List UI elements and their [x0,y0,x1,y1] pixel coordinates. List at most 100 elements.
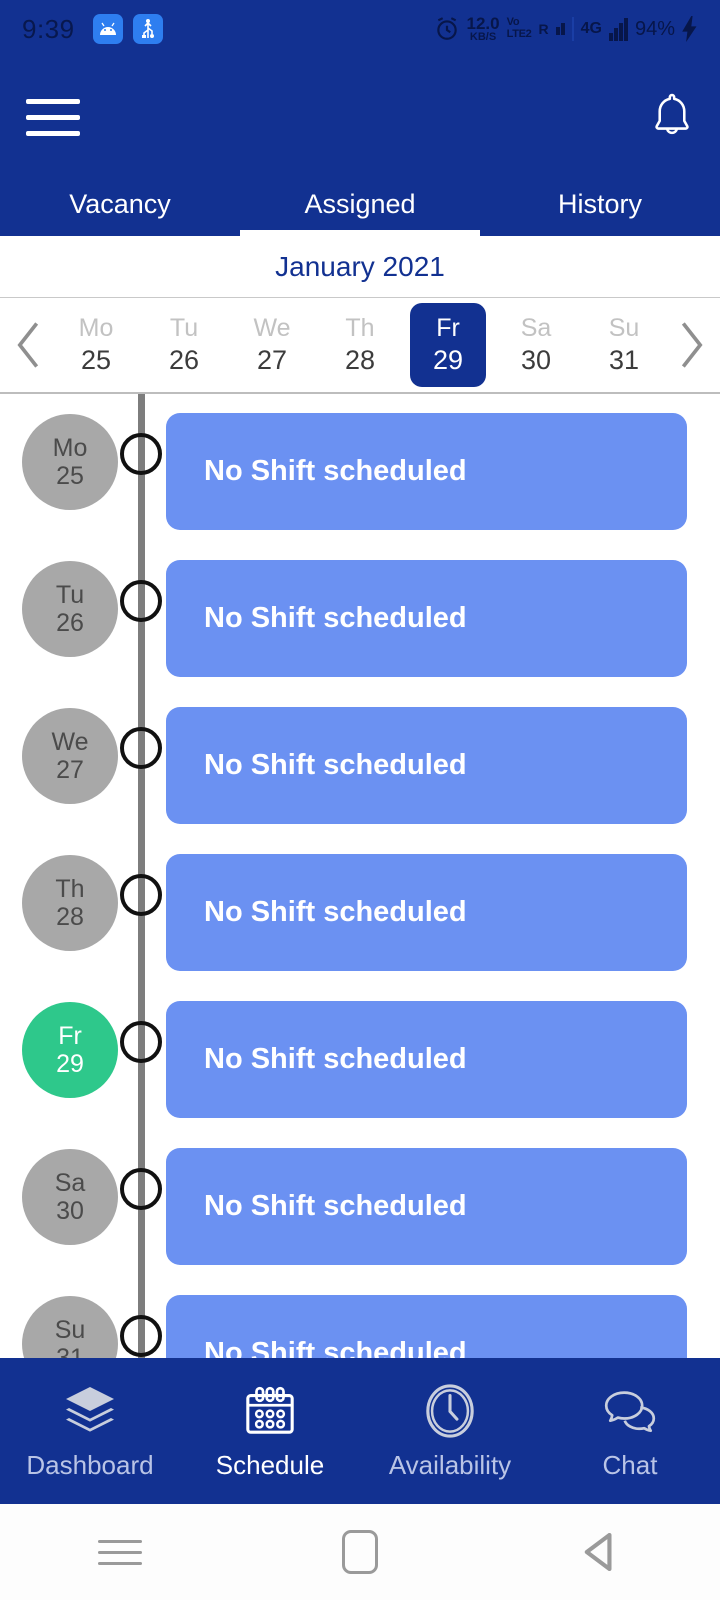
day-weekday: Mo [78,314,114,342]
nav-label-dashboard: Dashboard [26,1449,154,1480]
volte-indicator: Vo LTE2 [507,17,532,40]
day-avatar[interactable]: We 27 [22,708,118,804]
nav-item-chat[interactable]: Chat [540,1382,720,1481]
network-speed: 12.0 KB/S [467,15,500,43]
shift-card[interactable]: No Shift scheduled [166,707,687,824]
day-avatar[interactable]: Tu 26 [22,561,118,657]
day-avatar[interactable]: Su 31 [22,1296,118,1358]
timeline-marker [120,580,162,622]
timeline-row: Th 28 No Shift scheduled [0,847,720,994]
status-bar: 9:39 12.0 KB/S Vo LTE2 R 4G 94% [0,0,720,58]
volte-bottom-label: LTE2 [506,28,532,40]
avatar-weekday: Th [55,875,85,904]
day-date: 31 [608,345,640,375]
shift-status-label: No Shift scheduled [204,455,467,487]
timeline-marker [120,1168,162,1210]
avatar-date: 26 [56,608,84,637]
shift-card[interactable]: No Shift scheduled [166,1295,687,1358]
timeline-marker [120,727,162,769]
hamburger-menu-icon[interactable] [26,98,80,136]
timeline-row: Tu 26 No Shift scheduled [0,553,720,700]
day-date: 27 [256,345,288,375]
shift-status-label: No Shift scheduled [204,749,467,781]
status-bar-left-icons [92,14,163,44]
chevron-left-icon[interactable] [6,322,52,368]
shift-status-label: No Shift scheduled [204,896,467,928]
charging-bolt-icon [682,16,697,42]
tab-bar: Vacancy Assigned History [0,176,720,236]
back-icon[interactable] [565,1527,635,1577]
bell-icon[interactable] [650,92,694,142]
avatar-weekday: We [51,728,89,757]
schedule-timeline: Mo 25 No Shift scheduled Tu 26 No Shift … [0,394,720,1358]
avatar-date: 30 [56,1196,84,1225]
timeline-marker [120,874,162,916]
avatar-weekday: Sa [54,1169,86,1198]
status-bar-right-icons: 12.0 KB/S Vo LTE2 R 4G 94% [434,15,698,43]
usb-icon [132,14,163,44]
tab-history[interactable]: History [480,189,720,236]
shift-card[interactable]: No Shift scheduled [166,413,687,530]
day-cell-sa-30[interactable]: Sa 30 [498,303,574,387]
layers-icon [62,1382,118,1440]
day-avatar[interactable]: Th 28 [22,855,118,951]
avatar-date: 31 [56,1343,84,1358]
day-cell-fr-29-selected[interactable]: Fr 29 [410,303,486,387]
shift-card[interactable]: No Shift scheduled [166,1148,687,1265]
shift-card[interactable]: No Shift scheduled [166,560,687,677]
week-day-list: Mo 25 Tu 26 We 27 Th 28 Fr 29 Sa 30 Su 3… [52,303,668,387]
day-weekday: We [253,314,291,342]
network-type-label: 4G [580,20,602,37]
timeline-marker [120,433,162,475]
day-cell-su-31[interactable]: Su 31 [586,303,662,387]
avatar-weekday: Su [54,1316,86,1345]
day-avatar-today[interactable]: Fr 29 [22,1002,118,1098]
day-date: 26 [168,345,200,375]
status-divider [571,17,574,41]
timeline-marker [120,1021,162,1063]
timeline-marker [120,1315,162,1357]
nav-label-chat: Chat [602,1449,658,1480]
recents-icon[interactable] [85,1527,155,1577]
day-cell-tu-26[interactable]: Tu 26 [146,303,222,387]
tab-assigned[interactable]: Assigned [240,189,480,236]
timeline-rows: Mo 25 No Shift scheduled Tu 26 No Shift … [0,394,720,1358]
status-bar-clock: 9:39 [22,13,75,44]
avatar-date: 27 [56,755,84,784]
day-avatar[interactable]: Sa 30 [22,1149,118,1245]
month-header: January 2021 [0,236,720,298]
day-date: 29 [432,345,464,375]
timeline-row: Su 31 No Shift scheduled [0,1288,720,1358]
signal-bars-sim2 [608,17,628,41]
nav-item-schedule[interactable]: Schedule [180,1382,360,1481]
clock-icon [423,1382,477,1440]
avatar-date: 25 [56,461,84,490]
nav-label-schedule: Schedule [215,1449,325,1480]
day-date: 28 [344,345,376,375]
bottom-navigation-bar: Dashboard Schedule Availability Chat [0,1358,720,1504]
app-screen: 9:39 12.0 KB/S Vo LTE2 R 4G 94% Vacancy … [0,0,720,1600]
shift-status-label: No Shift scheduled [204,1337,467,1358]
day-weekday: Su [608,314,640,342]
shift-status-label: No Shift scheduled [204,602,467,634]
shift-card[interactable]: No Shift scheduled [166,1001,687,1118]
network-speed-unit: KB/S [469,31,497,43]
day-cell-mo-25[interactable]: Mo 25 [58,303,134,387]
day-cell-we-27[interactable]: We 27 [234,303,310,387]
tab-assigned-label: Assigned [304,189,416,219]
day-avatar[interactable]: Mo 25 [22,414,118,510]
tab-vacancy[interactable]: Vacancy [0,189,240,236]
tab-vacancy-label: Vacancy [69,189,171,219]
battery-percentage: 94% [634,17,675,40]
nav-item-dashboard[interactable]: Dashboard [0,1382,180,1481]
shift-card[interactable]: No Shift scheduled [166,854,687,971]
nav-item-availability[interactable]: Availability [360,1382,540,1481]
month-label: January 2021 [275,250,445,282]
avatar-date: 29 [56,1049,84,1078]
home-icon[interactable] [325,1527,395,1577]
day-weekday: Th [345,314,375,342]
chevron-right-icon[interactable] [668,322,714,368]
day-date: 25 [80,345,112,375]
day-cell-th-28[interactable]: Th 28 [322,303,398,387]
day-weekday: Sa [520,314,552,342]
